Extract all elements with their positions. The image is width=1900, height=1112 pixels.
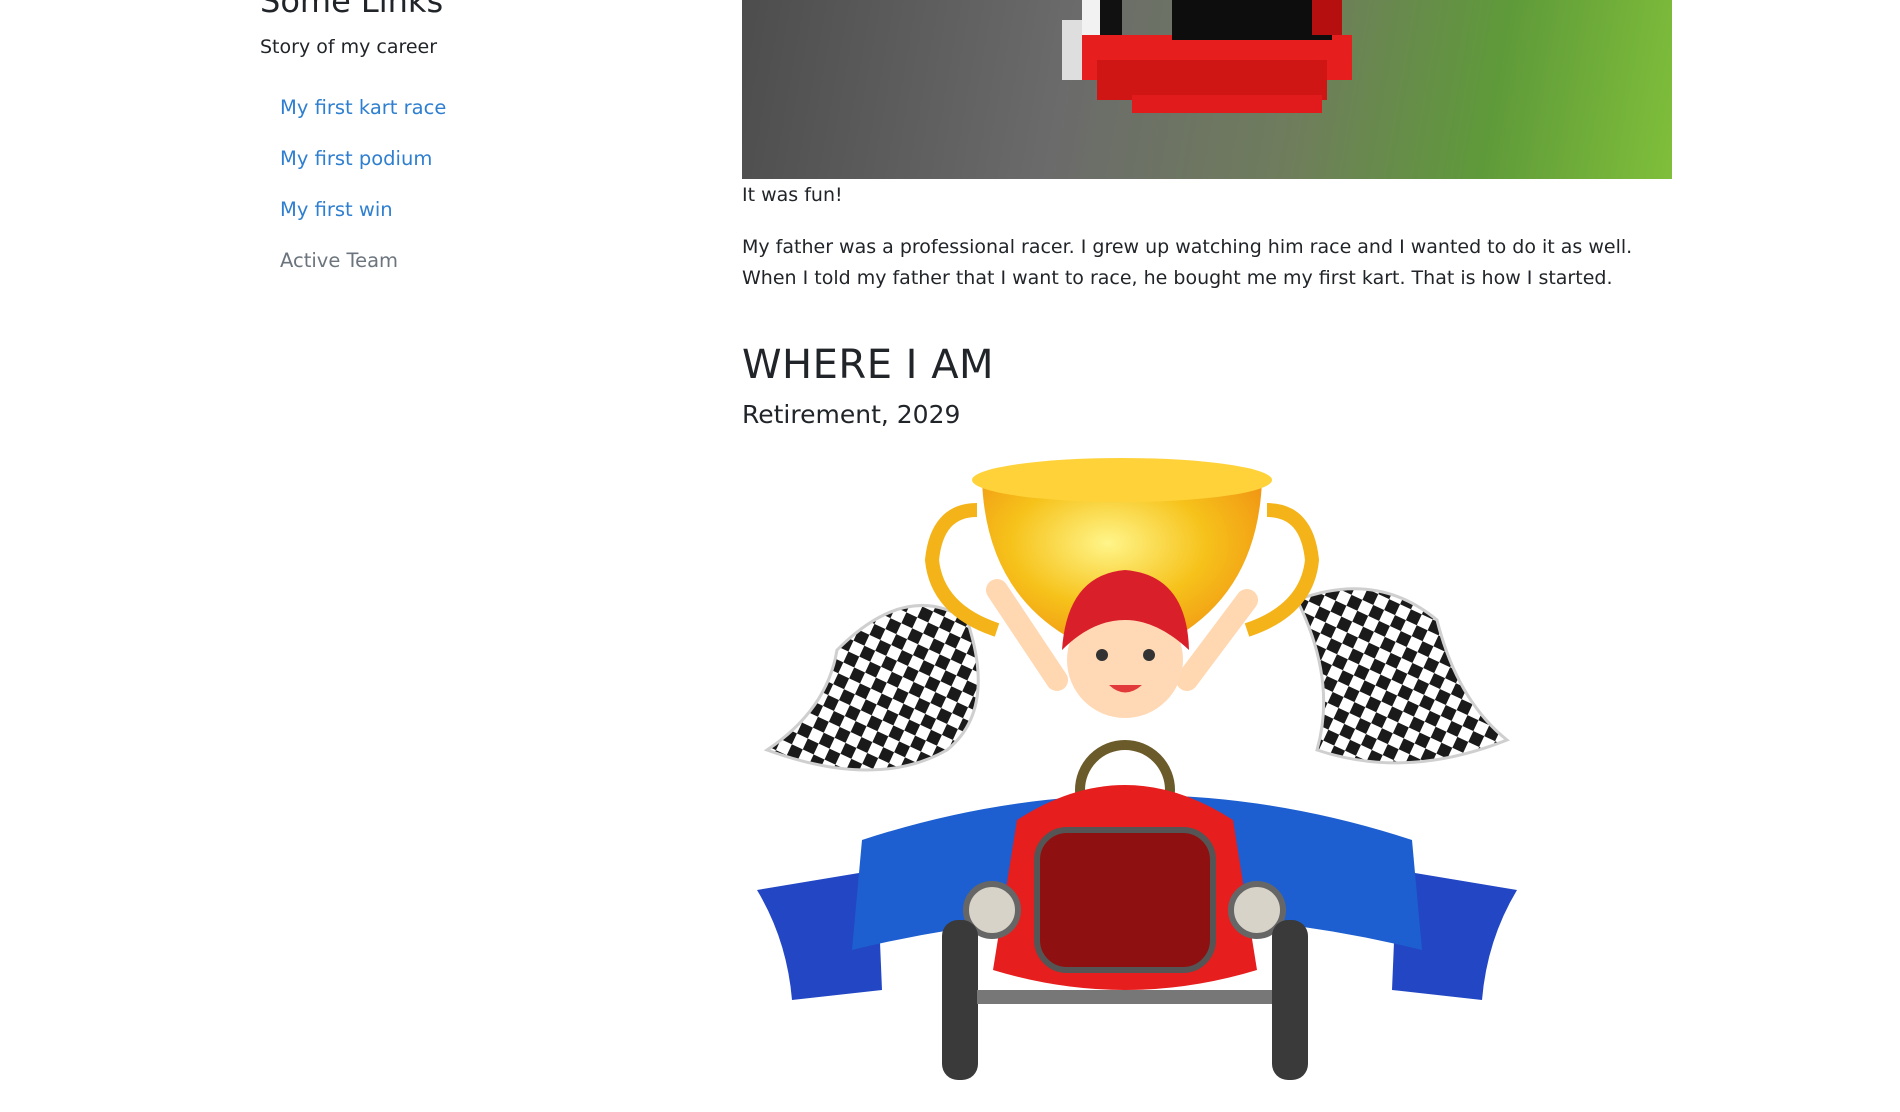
kart-photo xyxy=(742,0,1672,179)
kart-illustration xyxy=(1062,0,1352,113)
story-paragraph: My father was a professional racer. I gr… xyxy=(742,236,1633,289)
sidebar-item-first-podium: My first podium xyxy=(280,147,446,198)
sidebar-subtitle: Story of my career xyxy=(260,36,438,58)
first-win-link[interactable]: My first win xyxy=(280,198,393,221)
right-checkered-flag xyxy=(1294,587,1510,765)
left-checkered-flag xyxy=(763,604,980,772)
sidebar-item-first-kart-race: My first kart race xyxy=(280,96,446,147)
sidebar-nav: My first kart race My first podium My fi… xyxy=(280,96,446,300)
first-kart-race-link[interactable]: My first kart race xyxy=(280,96,446,119)
trophy-kart-illustration xyxy=(757,458,1517,1080)
sidebar-item-first-win: My first win xyxy=(280,198,446,249)
sidebar-title: Some Links xyxy=(260,0,444,20)
section-subtitle: Retirement, 2029 xyxy=(742,400,961,429)
sidebar-item-active-team: Active Team xyxy=(280,249,446,300)
image-caption: It was fun! xyxy=(742,184,843,206)
active-team-label: Active Team xyxy=(280,249,399,272)
section-title: WHERE I AM xyxy=(742,342,995,388)
red-car xyxy=(942,740,1308,1080)
first-podium-link[interactable]: My first podium xyxy=(280,147,432,170)
